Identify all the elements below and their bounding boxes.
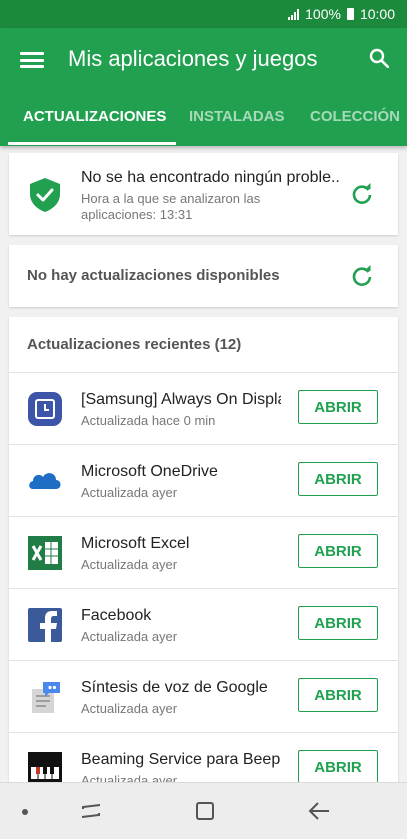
no-updates-text: No hay actualizaciones disponibles [27, 267, 280, 284]
app-status: Actualizada ayer [81, 557, 178, 572]
facebook-icon [28, 608, 62, 643]
battery-icon [346, 8, 354, 20]
security-subtitle: Hora a la que se analizaron las aplicaci… [81, 191, 261, 222]
status-bar: 100% 10:00 [0, 0, 407, 28]
app-bar: Mis aplicaciones y juegos ACTUALIZACIONE… [0, 28, 407, 146]
shield-check-icon [30, 178, 60, 212]
list-item[interactable]: Microsoft OneDrive Actualizada ayer ABRI… [9, 444, 398, 517]
app-name: Microsoft Excel [81, 535, 190, 552]
speech-icon [32, 682, 60, 713]
security-card[interactable]: No se ha encontrado ningún proble.. Hora… [9, 153, 398, 235]
list-item[interactable]: Facebook Actualizada ayer ABRIR [9, 588, 398, 661]
tab-actualizaciones[interactable]: ACTUALIZACIONES [23, 96, 166, 146]
page-title: Mis aplicaciones y juegos [68, 46, 318, 71]
open-button[interactable]: ABRIR [298, 678, 378, 712]
app-status: Actualizada ayer [81, 701, 178, 716]
dot-icon [22, 809, 28, 815]
refresh-icon[interactable] [351, 265, 373, 287]
open-button[interactable]: ABRIR [298, 750, 378, 784]
recent-apps-icon[interactable] [80, 801, 102, 821]
tab-coleccion[interactable]: COLECCIÓN [310, 96, 400, 146]
recent-updates-card: Actualizaciones recientes (12) [Samsung]… [9, 317, 398, 788]
updates-card: No hay actualizaciones disponibles [9, 245, 398, 307]
app-name: Beaming Service para Beep'n Go [81, 751, 281, 768]
open-button[interactable]: ABRIR [298, 534, 378, 568]
system-nav-bar [0, 782, 407, 839]
active-tab-indicator [8, 142, 176, 145]
app-name: [Samsung] Always On Display [81, 391, 281, 408]
tab-instaladas[interactable]: INSTALADAS [189, 96, 285, 146]
cloud-icon [29, 473, 61, 489]
home-icon[interactable] [194, 800, 216, 822]
list-item[interactable]: Síntesis de voz de Google Actualizada ay… [9, 660, 398, 733]
list-item[interactable]: Microsoft Excel Actualizada ayer ABRIR [9, 516, 398, 589]
excel-icon [28, 536, 62, 570]
recent-updates-header: Actualizaciones recientes (12) [27, 336, 242, 353]
clock-icon [28, 392, 62, 426]
open-button[interactable]: ABRIR [298, 462, 378, 496]
open-button[interactable]: ABRIR [298, 606, 378, 640]
menu-icon[interactable] [20, 50, 44, 70]
app-status: Actualizada ayer [81, 629, 178, 644]
back-icon[interactable] [307, 801, 331, 821]
app-name: Microsoft OneDrive [81, 463, 218, 480]
search-icon[interactable] [369, 48, 389, 68]
app-status: Actualizada ayer [81, 485, 178, 500]
app-name: Facebook [81, 607, 152, 624]
open-button[interactable]: ABRIR [298, 390, 378, 424]
app-status: Actualizada hace 0 min [81, 413, 216, 428]
app-name: Síntesis de voz de Google [81, 679, 268, 696]
tab-bar: ACTUALIZACIONES INSTALADAS COLECCIÓN [0, 96, 407, 146]
clock-time: 10:00 [359, 6, 395, 22]
signal-icon [288, 8, 300, 20]
list-item[interactable]: [Samsung] Always On Display Actualizada … [9, 372, 398, 445]
security-title: No se ha encontrado ningún proble.. [81, 169, 339, 186]
refresh-icon[interactable] [351, 183, 373, 205]
battery-percent: 100% [305, 6, 341, 22]
